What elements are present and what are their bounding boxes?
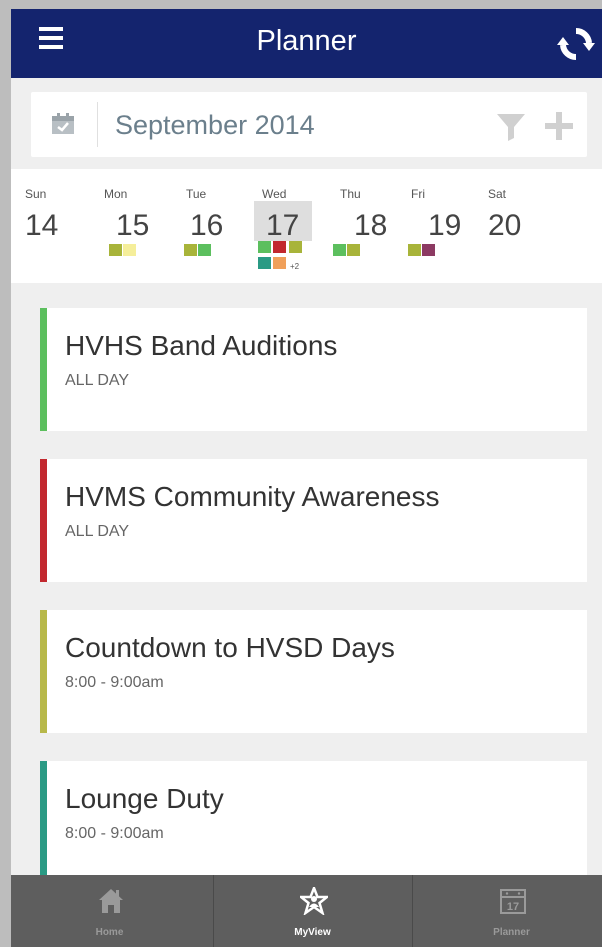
sync-icon[interactable] (555, 23, 597, 65)
event-dot (184, 244, 197, 256)
bottom-navigation: Home MyView 17 Planner (11, 875, 602, 947)
event-time: ALL DAY (65, 372, 130, 389)
day-thu[interactable]: Thu 18 (328, 169, 398, 283)
device-frame: Planner September 2014 Sun 14 Mon 15 Tue… (0, 0, 602, 947)
nav-label: MyView (294, 927, 331, 938)
event-title: HVMS Community Awareness (65, 481, 440, 512)
plus-icon[interactable] (543, 110, 575, 142)
nav-label: Home (95, 927, 124, 938)
day-name: Wed (262, 187, 287, 201)
day-name: Thu (340, 187, 361, 201)
day-sun[interactable]: Sun 14 (25, 169, 95, 283)
more-events-count: +2 (290, 262, 300, 271)
nav-label: Planner (493, 927, 530, 938)
month-divider (97, 102, 98, 147)
event-time: 8:00 - 9:00am (65, 825, 164, 842)
event-time: 8:00 - 9:00am (65, 674, 164, 691)
event-dot (109, 244, 122, 256)
event-card[interactable]: HVHS Band Auditions ALL DAY (40, 308, 587, 431)
day-number: 16 (190, 209, 224, 242)
svg-text:17: 17 (507, 901, 519, 913)
day-name: Fri (411, 187, 425, 201)
event-dot (273, 257, 286, 269)
event-dot (333, 244, 346, 256)
nav-myview[interactable]: MyView (214, 875, 411, 947)
star-person-icon (300, 887, 328, 915)
event-card[interactable]: Countdown to HVSD Days 8:00 - 9:00am (40, 610, 587, 733)
day-wed-selected[interactable]: Wed 17 +2 (254, 169, 324, 283)
event-card[interactable]: Lounge Duty 8:00 - 9:00am (40, 761, 587, 884)
event-dot (422, 244, 435, 256)
day-tue[interactable]: Tue 16 (176, 169, 246, 283)
event-title: HVHS Band Auditions (65, 330, 338, 361)
event-color-bar (40, 761, 47, 884)
calendar-icon[interactable] (49, 110, 77, 138)
day-number: 17 (266, 209, 300, 242)
calendar-17-icon: 17 (500, 889, 526, 914)
event-dot (289, 241, 302, 253)
day-fri[interactable]: Fri 19 (406, 169, 476, 283)
event-dot (347, 244, 360, 256)
top-header: Planner (11, 9, 602, 78)
event-dot (408, 244, 421, 256)
frame-left-border (0, 0, 11, 947)
day-number: 14 (25, 209, 59, 242)
day-name: Sun (25, 187, 47, 201)
day-number: 20 (488, 209, 522, 242)
day-name: Sat (488, 187, 507, 201)
frame-top-border (0, 0, 602, 9)
home-icon (99, 889, 123, 913)
week-strip: Sun 14 Mon 15 Tue 16 Wed 17 +2 Thu 18 Fr… (11, 169, 602, 283)
page-title: Planner (256, 25, 357, 57)
event-title: Countdown to HVSD Days (65, 632, 395, 663)
day-sat[interactable]: Sat 20 (486, 169, 556, 283)
event-card[interactable]: HVMS Community Awareness ALL DAY (40, 459, 587, 582)
filter-icon[interactable] (495, 110, 527, 142)
app-screen: Planner September 2014 Sun 14 Mon 15 Tue… (11, 9, 602, 947)
day-mon[interactable]: Mon 15 (104, 169, 174, 283)
event-dot (273, 241, 286, 253)
day-name: Mon (104, 187, 128, 201)
nav-home[interactable]: Home (11, 875, 208, 947)
event-title: Lounge Duty (65, 783, 224, 814)
event-color-bar (40, 308, 47, 431)
event-dot (258, 257, 271, 269)
event-color-bar (40, 610, 47, 733)
event-time: ALL DAY (65, 523, 130, 540)
month-selector: September 2014 (31, 92, 587, 157)
event-dot (258, 241, 271, 253)
event-dot (198, 244, 211, 256)
nav-planner[interactable]: 17 Planner (413, 875, 602, 947)
event-color-bar (40, 459, 47, 582)
month-label[interactable]: September 2014 (115, 110, 315, 141)
event-dot (123, 244, 136, 256)
day-name: Tue (186, 187, 207, 201)
